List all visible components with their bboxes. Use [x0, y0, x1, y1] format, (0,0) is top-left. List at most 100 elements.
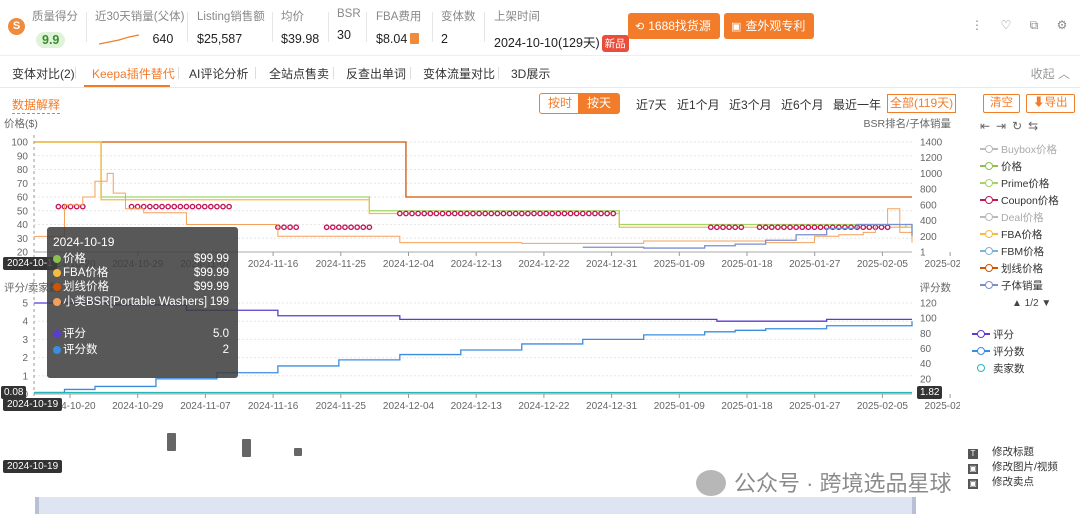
title-change-event-icon[interactable] [242, 439, 251, 457]
coupon-price-point [762, 224, 769, 231]
find-source-1688-button[interactable]: ⟲ 1688找货源 [628, 13, 720, 39]
y2-tick-label: 100 [920, 314, 937, 325]
scrollbar-left-handle[interactable] [35, 497, 39, 514]
tooltip-series-name: 划线价格 [63, 281, 109, 293]
calculator-icon[interactable] [410, 33, 420, 44]
tab-keepa-alternative[interactable]: Keepa插件替代 [92, 65, 175, 82]
legend-marker-icon [980, 229, 998, 239]
y2-tick-label: 20 [920, 374, 932, 385]
collapse-label: 收起 [1030, 67, 1055, 81]
legend-label: FBM价格 [1001, 246, 1045, 258]
patent-icon: ▣ [731, 21, 742, 33]
event-legend-item[interactable]: ▣ 修改图片/视频 [968, 459, 1058, 474]
x-tick-label: 2025-02-14 [925, 401, 960, 412]
bsr-stat: BSR 30 [337, 8, 361, 42]
legend-item[interactable]: Prime价格 [980, 176, 1049, 191]
export-button[interactable]: ⬇导出 [1026, 94, 1075, 113]
coupon-price-point [281, 224, 287, 231]
crosshair-date-badge: 2024-10-19 [3, 398, 63, 411]
y-tick-label: 50 [17, 206, 29, 217]
fba-fee-label: FBA费用 [376, 11, 422, 23]
tab-divider [75, 67, 76, 79]
coupon-price-point [707, 224, 714, 231]
favorite-heart-icon[interactable]: ♡ [999, 18, 1013, 32]
legend-item[interactable]: Deal价格 [980, 210, 1044, 225]
average-price-label: 均价 [281, 11, 304, 23]
bsr-label: BSR [337, 8, 361, 20]
y2-tick-label: 1 [920, 247, 926, 258]
tooltip-series-value: $99.99 [193, 281, 229, 293]
event-legend-item[interactable]: ▣ 修改卖点 [968, 474, 1034, 489]
data-explanation-link[interactable]: 数据解释 [12, 96, 61, 114]
timeline-scrollbar[interactable] [35, 497, 916, 514]
chevron-up-icon: ︿ [1057, 67, 1070, 81]
legend-marker-icon [980, 195, 998, 205]
coupon-price-point [860, 224, 867, 231]
x-tick-label: 2024-12-13 [451, 401, 503, 412]
coupon-price-point [445, 210, 452, 217]
legend-item[interactable]: 评分 [972, 327, 1014, 342]
legend-item[interactable]: FBM价格 [980, 244, 1044, 259]
by-hour-toggle[interactable]: 按时 [539, 93, 582, 114]
tab-divider [333, 67, 334, 79]
x-tick-label: 2025-01-18 [721, 401, 773, 412]
y-tick-label: 70 [17, 179, 29, 190]
settings-gear-icon[interactable]: ⚙ [1055, 18, 1069, 32]
range-1-year[interactable]: 最近一年 [833, 96, 881, 113]
legend-item[interactable]: 价格 [980, 159, 1022, 174]
coupon-price-point [537, 210, 543, 217]
legend-item[interactable]: Buybox价格 [980, 142, 1057, 157]
coupon-price-point [500, 210, 507, 217]
range-7-days[interactable]: 近7天 [636, 96, 667, 113]
check-patent-button[interactable]: ▣ 查外观专利 [724, 13, 815, 39]
legend-item[interactable]: 卖家数 [972, 361, 1025, 376]
x-tick-label: 2024-12-04 [383, 259, 435, 270]
tooltip-series-value: $99.99 [193, 267, 229, 279]
divider [86, 12, 87, 42]
legend-tools[interactable]: ⇤⇥↻⇆ [980, 119, 1044, 133]
y-tick-label: 100 [11, 138, 28, 149]
open-external-icon[interactable]: ⧉ [1027, 18, 1041, 32]
range-3-months[interactable]: 近3个月 [729, 96, 772, 113]
image-change-event-icon[interactable] [294, 448, 302, 456]
tab-all-sites[interactable]: 全站点售卖 [269, 65, 329, 82]
legend-item[interactable]: 评分数 [972, 344, 1025, 359]
legend-item[interactable]: 子体销量 [980, 278, 1043, 293]
y-axis-label: 价格($) [4, 117, 38, 130]
x-tick-label: 2024-11-16 [248, 401, 299, 412]
wechat-icon [696, 470, 726, 496]
scrollbar-right-handle[interactable] [912, 497, 916, 514]
tab-reverse-keywords[interactable]: 反查出单词 [346, 65, 406, 82]
range-1-month[interactable]: 近1个月 [677, 96, 720, 113]
x-tick-label: 2025-01-27 [789, 259, 841, 270]
y-tick-label: 40 [17, 220, 29, 231]
tab-variant-compare[interactable]: 变体对比(2) [12, 65, 75, 82]
title-change-event-icon[interactable] [167, 433, 176, 451]
tab-3d-view[interactable]: 3D展示 [511, 65, 550, 82]
range-all[interactable]: 全部(119天) [887, 94, 957, 113]
coupon-price-point [713, 224, 720, 231]
legend-pager[interactable]: ▲ 1/2 ▼ [1012, 298, 1051, 309]
y-tick-label: 90 [17, 151, 29, 162]
tab-ai-review[interactable]: AI评论分析 [189, 65, 248, 82]
coupon-price-point [506, 210, 513, 217]
by-day-toggle[interactable]: 按天 [578, 93, 621, 114]
event-legend-item[interactable]: T 修改标题 [968, 444, 1034, 459]
crosshair-right-value-badge: 1.82 [917, 386, 943, 399]
coupon-price-point [464, 210, 470, 217]
collapse-button[interactable]: 收起 ︿ [1031, 65, 1070, 82]
legend-label: 划线价格 [1001, 263, 1043, 275]
coupon-price-point [720, 224, 726, 231]
coupon-price-point [226, 203, 233, 210]
legend-item[interactable]: 划线价格 [980, 261, 1043, 276]
legend-item[interactable]: FBA价格 [980, 227, 1042, 242]
legend-item[interactable]: Coupon价格 [980, 193, 1059, 208]
clear-button[interactable]: 清空 [983, 94, 1020, 113]
tooltip-row: FBA价格 $99.99 [52, 266, 232, 280]
legend-marker-icon [972, 346, 990, 356]
more-options-icon[interactable]: ⋮ [970, 18, 984, 32]
range-6-months[interactable]: 近6个月 [781, 96, 824, 113]
tab-variant-traffic[interactable]: 变体流量对比 [423, 65, 495, 82]
coupon-price-point [171, 203, 178, 210]
coupon-price-point [348, 224, 354, 231]
